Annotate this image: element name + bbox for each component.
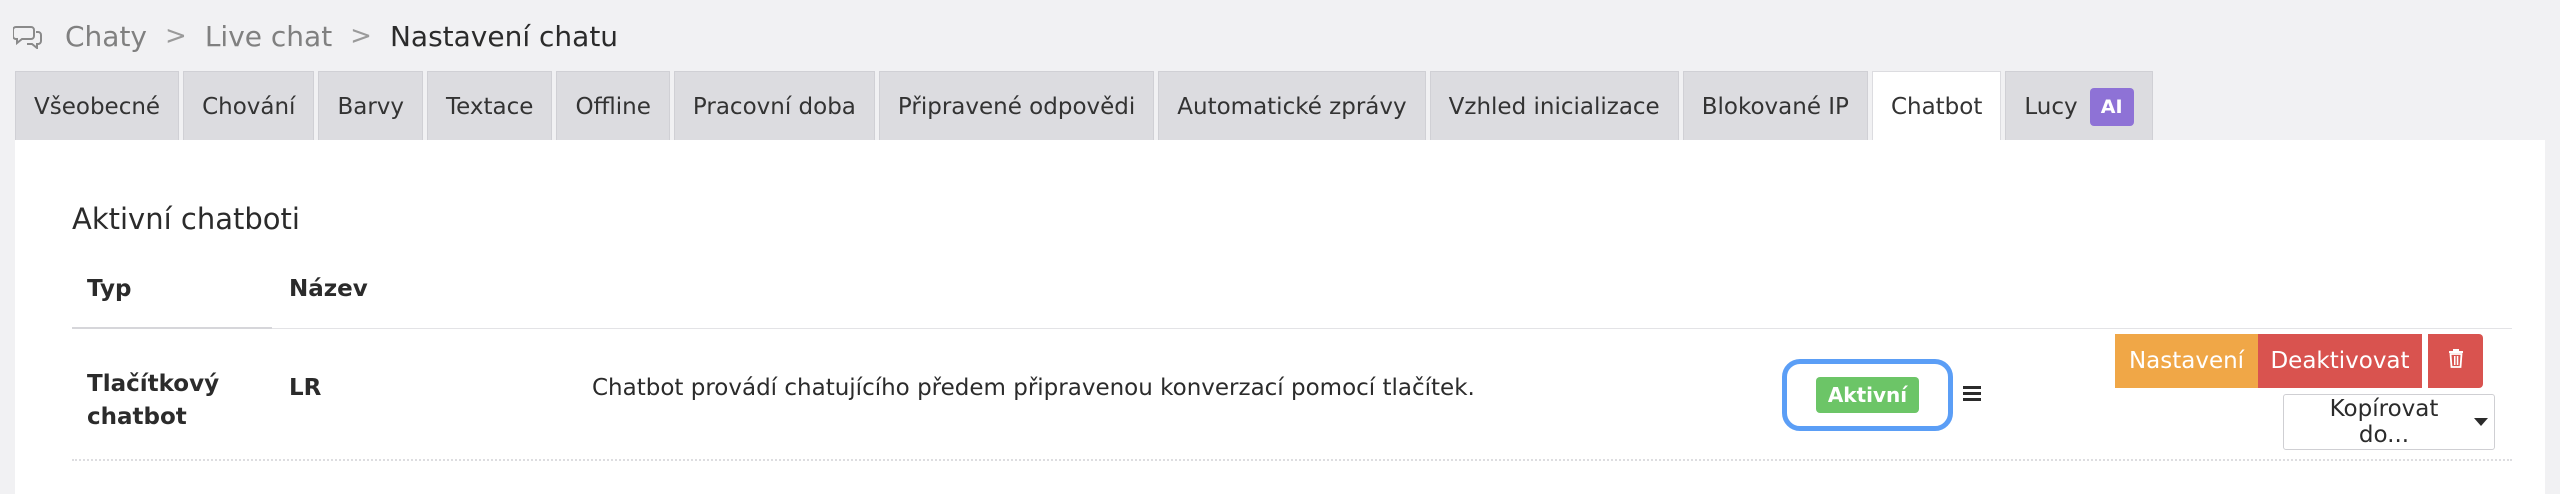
tab-chatbot[interactable]: Chatbot [1871, 71, 2002, 142]
column-header-name: Název [289, 276, 368, 302]
chat-bubbles-icon [13, 21, 43, 51]
tab-vseobecne[interactable]: Všeobecné [15, 71, 180, 141]
settings-button[interactable]: Nastavení [2115, 334, 2258, 388]
deactivate-button[interactable]: Deaktivovat [2258, 334, 2422, 388]
tab-label: Pracovní doba [692, 93, 856, 120]
copy-to-label: Kopírovat do... [2329, 396, 2439, 448]
breadcrumb-separator: > [350, 21, 372, 51]
tab-blokovane-ip[interactable]: Blokované IP [1682, 71, 1868, 141]
delete-button[interactable] [2428, 334, 2483, 388]
tab-pracovni-doba[interactable]: Pracovní doba [673, 71, 875, 141]
breadcrumb-current: Nastavení chatu [389, 19, 619, 53]
column-header-type: Typ [87, 276, 132, 302]
chatbot-description: Chatbot provádí chatujícího předem připr… [592, 375, 1475, 401]
tab-label: Vzhled inicializace [1448, 93, 1660, 120]
tab-label: Připravené odpovědi [897, 93, 1136, 120]
tab-label: Lucy [2024, 93, 2078, 120]
tab-lucy[interactable]: Lucy AI [2005, 71, 2153, 141]
tab-label: Automatické zprávy [1177, 93, 1407, 120]
tab-label: Chování [202, 93, 296, 120]
tab-label: Všeobecné [34, 93, 161, 120]
settings-tabs: Všeobecné Chování Barvy Textace Offline … [15, 71, 2153, 142]
tab-label: Textace [446, 93, 534, 120]
breadcrumb-item-live-chat[interactable]: Live chat [205, 20, 332, 53]
header-underline [72, 327, 272, 329]
hamburger-menu-icon[interactable] [1959, 380, 1985, 406]
tab-label: Blokované IP [1701, 93, 1849, 120]
status-badge: Aktivní [1815, 377, 1920, 413]
table-header: Typ Název [72, 275, 2512, 329]
tab-label: Offline [575, 93, 651, 120]
chatbot-name: LR [289, 375, 322, 401]
status-toggle[interactable]: Aktivní [1782, 359, 1953, 431]
caret-down-icon [2474, 418, 2488, 426]
chatbot-panel: Aktivní chatboti Typ Název Tlačítkový ch… [15, 140, 2545, 494]
trash-icon [2447, 348, 2465, 374]
breadcrumb: Chaty > Live chat > Nastavení chatu [13, 14, 618, 58]
tab-barvy[interactable]: Barvy [318, 71, 424, 141]
breadcrumb-item-chaty[interactable]: Chaty [65, 20, 147, 53]
tab-vzhled-inicializace[interactable]: Vzhled inicializace [1429, 71, 1679, 141]
copy-to-dropdown[interactable]: Kopírovat do... [2283, 394, 2495, 450]
tab-textace[interactable]: Textace [427, 71, 553, 141]
tab-label: Chatbot [1890, 94, 1983, 120]
table-row: Tlačítkový chatbot LR Chatbot provádí ch… [72, 330, 2512, 461]
tab-offline[interactable]: Offline [556, 71, 670, 141]
tab-automaticke-zpravy[interactable]: Automatické zprávy [1158, 71, 1426, 141]
section-title: Aktivní chatboti [72, 202, 300, 236]
tab-label: Barvy [337, 93, 405, 120]
chatbot-type: Tlačítkový chatbot [87, 371, 220, 430]
breadcrumb-separator: > [165, 21, 187, 51]
tab-chovani[interactable]: Chování [183, 71, 315, 141]
tab-pripravene-odpovedi[interactable]: Připravené odpovědi [878, 71, 1155, 141]
ai-badge: AI [2089, 87, 2134, 126]
